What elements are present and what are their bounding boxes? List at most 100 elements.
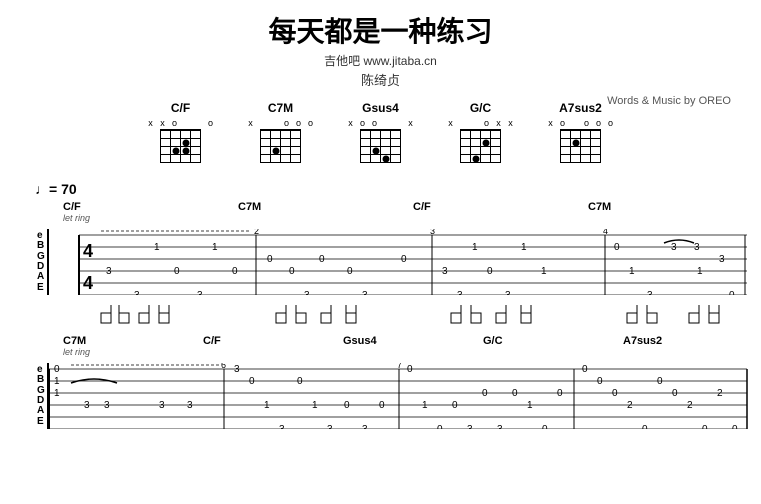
tempo-section: ♩= 70 xyxy=(35,181,726,197)
chord-cell xyxy=(271,147,281,155)
chord-cell xyxy=(461,147,471,155)
chord-name: C/F xyxy=(171,101,190,115)
chord-name: Gsus4 xyxy=(362,101,399,115)
title-section: 每天都是一种练习 吉他吧 www.jitaba.cn 陈绮贞 xyxy=(30,10,731,89)
svg-text:1: 1 xyxy=(54,388,60,399)
chord-cell xyxy=(491,147,501,155)
svg-text:1: 1 xyxy=(312,400,318,411)
svg-text:0: 0 xyxy=(672,388,678,399)
chord-cell xyxy=(291,139,301,147)
chord-marker: o xyxy=(206,118,216,128)
chord-cell xyxy=(181,131,191,139)
chord-cell xyxy=(171,147,181,155)
svg-text:0: 0 xyxy=(657,376,663,387)
tab-tuning-label: e B G D A E xyxy=(35,229,49,295)
chord-marker: x xyxy=(406,118,416,128)
svg-text:0: 0 xyxy=(557,388,563,399)
svg-text:3: 3 xyxy=(457,290,463,295)
chord-cell xyxy=(361,131,371,139)
chord-cell xyxy=(291,131,301,139)
artist: 陈绮贞 xyxy=(30,70,731,89)
chord-cell xyxy=(391,147,401,155)
chord-cell xyxy=(581,139,591,147)
chord-label-cf: C/Flet ring xyxy=(63,201,90,223)
chord-label-name: C/F xyxy=(63,201,90,213)
svg-text:2: 2 xyxy=(627,400,633,411)
rhythm-svg-1 xyxy=(91,303,726,325)
website: 吉他吧 www.jitaba.cn xyxy=(30,52,731,69)
chord-cell xyxy=(181,155,191,163)
chord-cell xyxy=(171,155,181,163)
chord-cell xyxy=(191,131,201,139)
svg-text:3: 3 xyxy=(159,400,165,411)
chord-cell xyxy=(281,131,291,139)
svg-text:1: 1 xyxy=(527,400,533,411)
chord-marker: o xyxy=(306,118,316,128)
svg-text:1: 1 xyxy=(697,266,703,277)
chord-cell xyxy=(361,147,371,155)
chord-cell xyxy=(261,131,271,139)
song-title: 每天都是一种练习 xyxy=(30,10,731,50)
words-music-credit: Words & Music by OREO xyxy=(607,95,731,107)
svg-text:3: 3 xyxy=(304,290,310,295)
chord-cell xyxy=(461,139,471,147)
svg-text:0: 0 xyxy=(54,364,60,375)
chord-marker: o xyxy=(594,118,604,128)
chord-cell xyxy=(271,139,281,147)
page: 每天都是一种练习 吉他吧 www.jitaba.cn 陈绮贞 Words & M… xyxy=(0,0,761,504)
svg-text:1: 1 xyxy=(54,376,60,387)
tab-svg-area-1: 4 4 2 3 4 3 3 xyxy=(49,229,749,300)
chord-markers-row: xxoo xyxy=(146,118,216,128)
svg-text:3: 3 xyxy=(467,424,473,429)
chord-marker: o xyxy=(282,118,292,128)
chords-section: C/FxxooC7MxoooGsus4xooxG/CxoxxA7sus2xooo… xyxy=(30,101,731,163)
chord-diagram-cf: C/F xxoo xyxy=(146,101,216,163)
chord-cell xyxy=(261,139,271,147)
chord-markers-row: xoox xyxy=(346,118,416,128)
svg-text:0: 0 xyxy=(729,290,735,295)
tab-section-1: ♩= 70 C/Flet ringC7MC/FC7M e B G D A E xyxy=(30,181,731,325)
svg-text:4: 4 xyxy=(83,241,93,261)
svg-text:1: 1 xyxy=(154,242,160,253)
svg-text:0: 0 xyxy=(614,242,620,253)
svg-text:0: 0 xyxy=(482,388,488,399)
chord-cell xyxy=(191,155,201,163)
chord-cell xyxy=(191,139,201,147)
chord-cell xyxy=(381,139,391,147)
tempo-value: ♩= 70 xyxy=(35,181,77,197)
chord-cell xyxy=(561,139,571,147)
chord-label-c7m: C7M xyxy=(238,201,261,213)
chord-marker: o xyxy=(358,118,368,128)
chord-cell xyxy=(361,139,371,147)
svg-text:4: 4 xyxy=(603,229,608,236)
chord-cell xyxy=(491,155,501,163)
svg-text:3: 3 xyxy=(234,364,240,375)
svg-text:3: 3 xyxy=(187,400,193,411)
svg-text:0: 0 xyxy=(319,254,325,265)
string-label-a: A xyxy=(37,272,45,282)
chord-label-sub: let ring xyxy=(63,347,90,357)
chord-cell xyxy=(371,139,381,147)
svg-text:3: 3 xyxy=(694,242,700,253)
chord-cell xyxy=(361,155,371,163)
chord-marker: o xyxy=(558,118,568,128)
chord-markers-row: xoooo xyxy=(546,118,616,128)
chord-cell xyxy=(571,139,581,147)
svg-text:2: 2 xyxy=(687,400,693,411)
chord-cell xyxy=(281,139,291,147)
svg-text:3: 3 xyxy=(430,229,435,236)
chord-labels-row-2: C7Mlet ringC/FGsus4G/CA7sus2 xyxy=(63,335,726,363)
chord-cell xyxy=(381,147,391,155)
chord-cell xyxy=(471,131,481,139)
svg-text:3: 3 xyxy=(279,424,285,429)
svg-text:3: 3 xyxy=(671,242,677,253)
chord-diagram-gc: G/Cxoxx xyxy=(446,101,516,163)
chord-cell xyxy=(581,147,591,155)
chord-cell xyxy=(561,131,571,139)
chord-label-name: C7M xyxy=(238,201,261,213)
svg-text:0: 0 xyxy=(379,400,385,411)
chord-diagram-gsus4: Gsus4xoox xyxy=(346,101,416,163)
chord-cell xyxy=(181,147,191,155)
chord-label-cf: C/F xyxy=(413,201,431,213)
chord-cell xyxy=(481,139,491,147)
